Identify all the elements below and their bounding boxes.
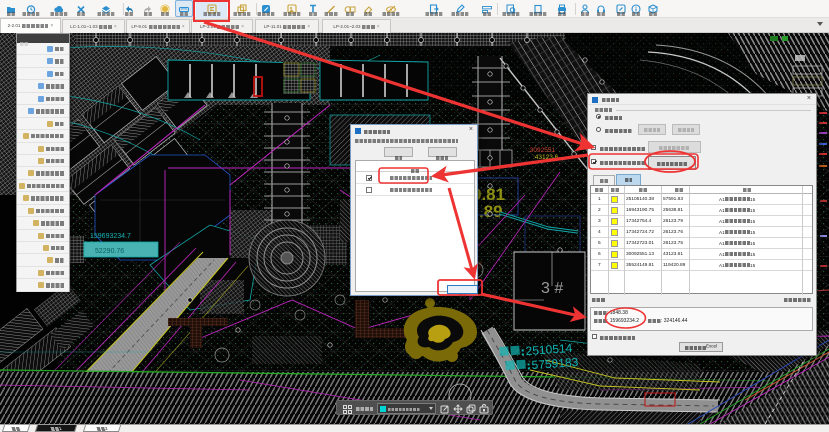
- svg-text:52290.76: 52290.76: [95, 248, 124, 255]
- svg-text::43123.6: :43123.6: [533, 154, 559, 161]
- svg-text:159693234.7: 159693234.7: [90, 233, 131, 240]
- svg-text::3092551: :3092551: [528, 147, 555, 154]
- svg-text:.89: .89: [479, 202, 503, 221]
